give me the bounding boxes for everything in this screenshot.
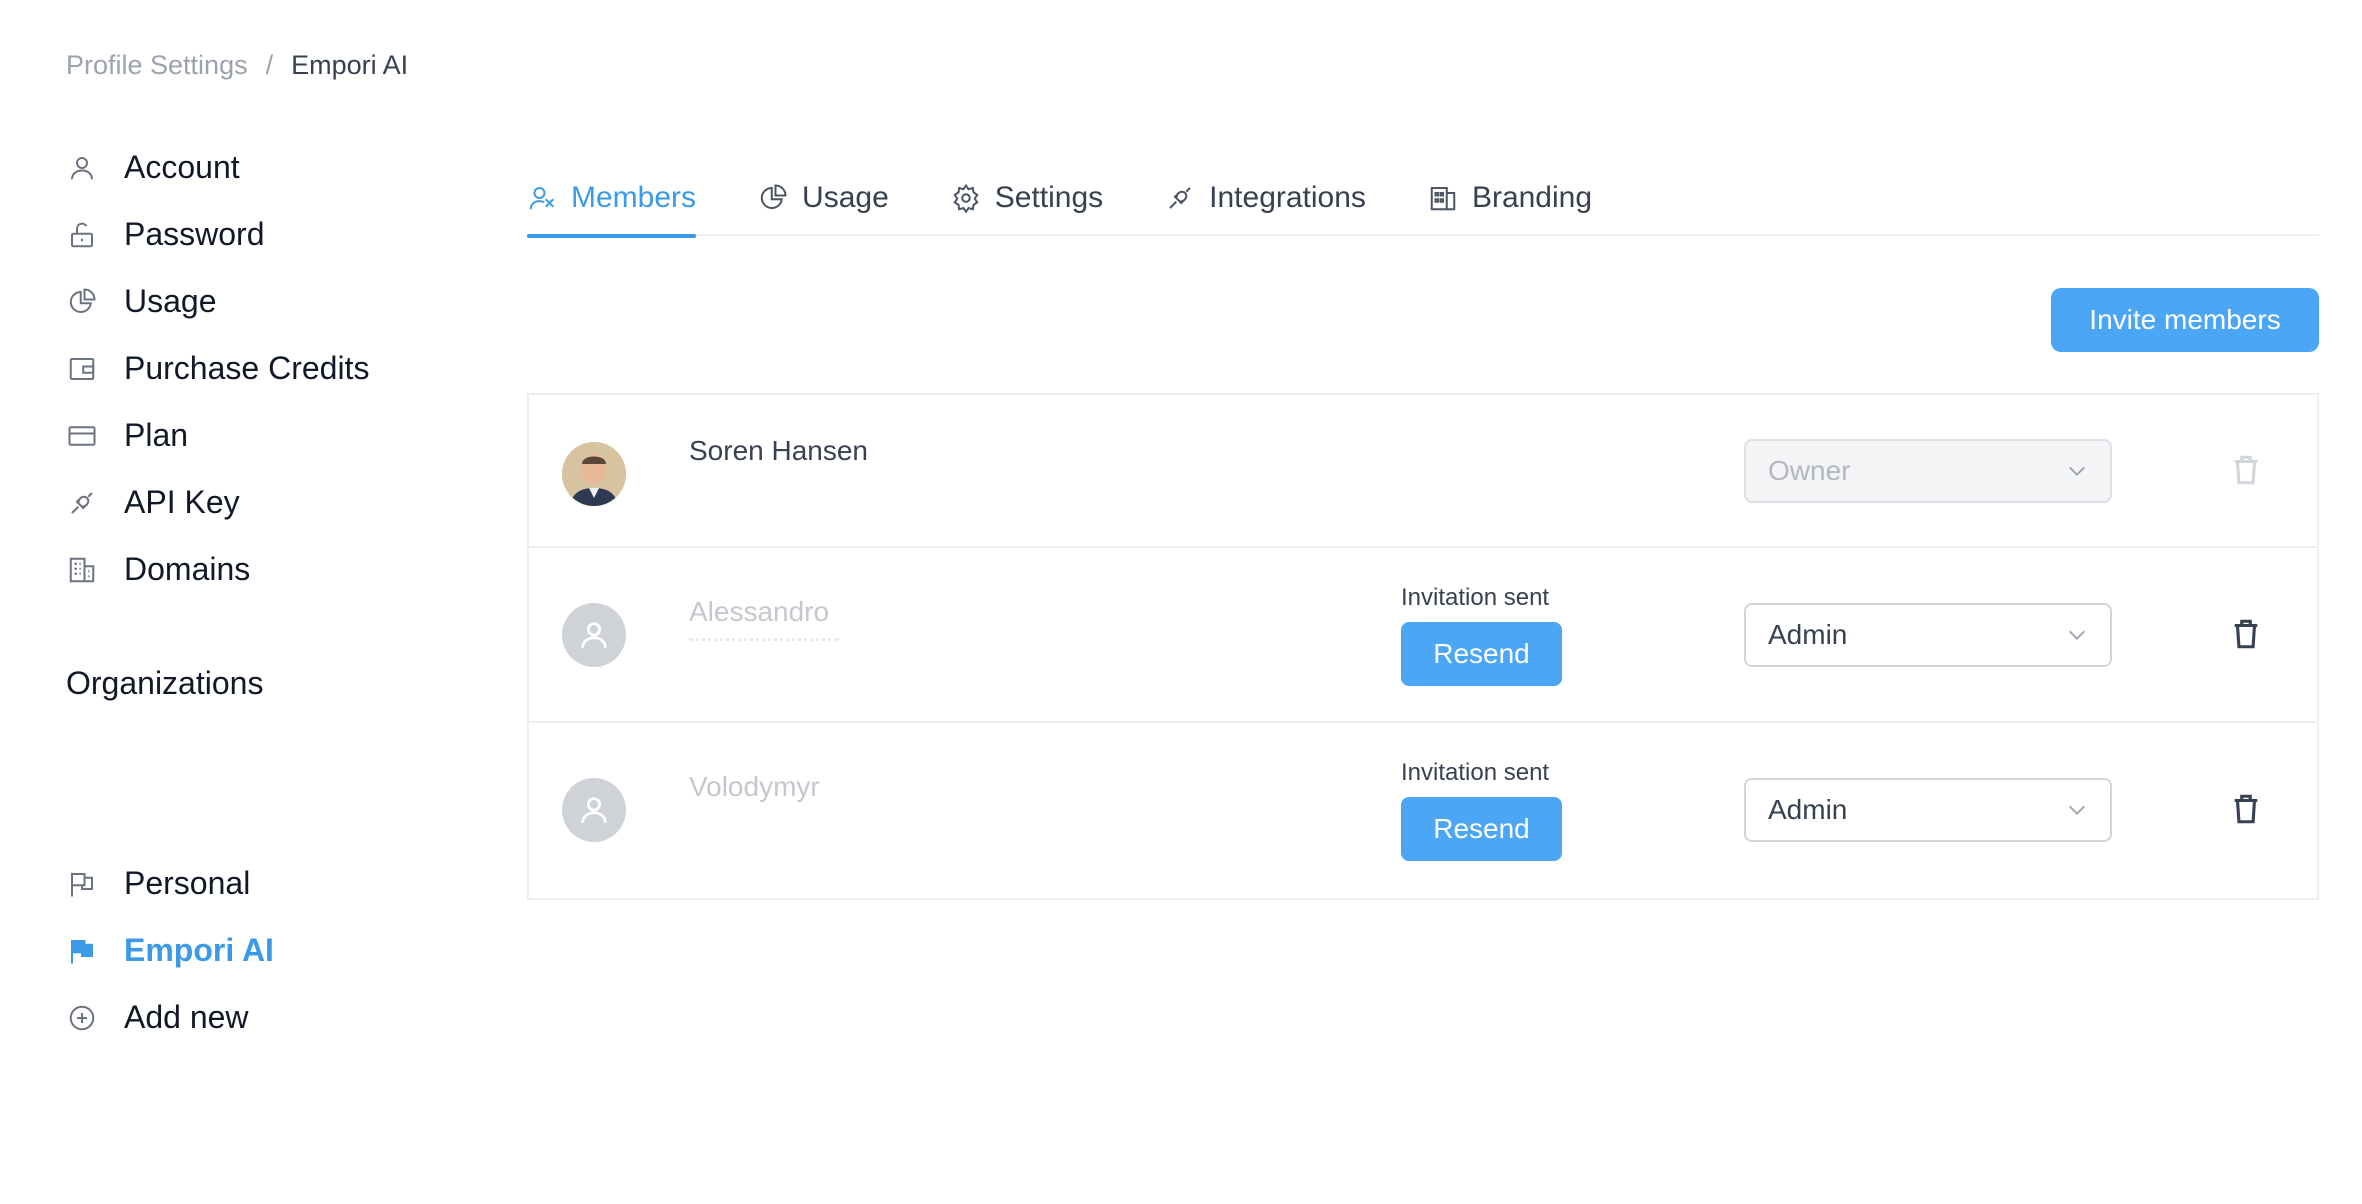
member-name: Soren Hansen	[689, 435, 869, 466]
delete-member-button	[2229, 453, 2265, 489]
sidebar-item-usage[interactable]: Usage	[66, 268, 466, 335]
user-icon	[66, 152, 98, 184]
org-item-label: Add new	[124, 999, 249, 1035]
role-select[interactable]: Admin	[1744, 778, 2112, 842]
invitation-status-label: Invitation sent	[1401, 584, 1550, 611]
role-select: Owner	[1744, 439, 2112, 503]
avatar	[562, 778, 626, 842]
pie-chart-icon	[760, 184, 787, 209]
org-item-add-new[interactable]: Add new	[66, 984, 466, 1051]
user-icon	[581, 797, 607, 823]
trash-icon	[2234, 619, 2258, 649]
avatar	[562, 442, 626, 506]
sidebar-item-api-key[interactable]: API Key	[66, 469, 466, 536]
breadcrumb-parent[interactable]: Profile Settings	[66, 50, 248, 81]
org-item-personal[interactable]: Personal	[66, 850, 466, 917]
member-row: Soren Hansen Owner	[529, 395, 2317, 548]
trash-icon	[2234, 455, 2258, 485]
chevron-down-icon	[2069, 805, 2085, 815]
resend-button[interactable]: Resend	[1401, 622, 1562, 686]
resend-button[interactable]: Resend	[1401, 797, 1562, 861]
role-select-value: Admin	[1768, 794, 1848, 825]
sidebar-item-label: Account	[124, 149, 240, 185]
chevron-down-icon	[2069, 630, 2085, 640]
invitation-status-label: Invitation sent	[1401, 759, 1550, 786]
breadcrumb-current: Empori AI	[291, 50, 409, 80]
organization-list: Personal Empori AI Add new	[66, 850, 466, 1051]
sidebar-item-label: Purchase Credits	[124, 350, 370, 386]
organizations-heading: Organizations	[66, 664, 264, 701]
flag-filled-icon	[66, 935, 98, 967]
tab-integrations[interactable]: Integrations	[1165, 160, 1366, 236]
org-item-label: Empori AI	[124, 932, 274, 968]
tab-label: Members	[571, 181, 697, 214]
tab-label: Settings	[994, 181, 1104, 214]
invitation-status: Invitation sent Resend	[1401, 759, 1562, 861]
member-email-placeholder	[689, 638, 839, 641]
credit-card-icon	[66, 420, 98, 452]
sidebar-item-label: Domains	[124, 551, 251, 587]
gear-icon	[953, 183, 979, 213]
org-item-label: Personal	[124, 865, 251, 901]
member-row: Volodymyr Invitation sent Resend Admin	[529, 723, 2317, 898]
sidebar-item-label: Plan	[124, 417, 189, 453]
branding-icon	[1430, 187, 1456, 211]
member-row: Alessandro Invitation sent Resend Admin	[529, 548, 2317, 723]
member-name: Volodymyr	[689, 771, 820, 802]
sidebar-item-domains[interactable]: Domains	[66, 536, 466, 603]
lock-icon	[66, 219, 98, 251]
breadcrumb-separator: /	[265, 50, 274, 80]
flag-outline-icon	[66, 868, 98, 900]
tab-label: Usage	[802, 181, 889, 214]
plus-circle-icon	[66, 1002, 98, 1034]
sidebar: Account Password Usage Purchase Credits …	[66, 134, 466, 711]
sidebar-item-label: Usage	[124, 283, 217, 319]
role-select-value: Owner	[1768, 455, 1851, 486]
building-icon	[66, 554, 98, 586]
delete-member-button[interactable]	[2229, 617, 2265, 653]
tab-label: Integrations	[1209, 181, 1366, 214]
sidebar-item-purchase-credits[interactable]: Purchase Credits	[66, 335, 466, 402]
tab-usage[interactable]: Usage	[758, 160, 889, 236]
tab-branding[interactable]: Branding	[1428, 160, 1592, 236]
sidebar-item-account[interactable]: Account	[66, 134, 466, 201]
sidebar-item-label: Password	[124, 216, 265, 252]
tab-settings[interactable]: Settings	[951, 160, 1103, 236]
trash-icon	[2234, 794, 2258, 824]
invitation-status: Invitation sent Resend	[1401, 584, 1562, 686]
invite-members-button[interactable]: Invite members	[2051, 288, 2319, 352]
delete-member-button[interactable]	[2229, 792, 2265, 828]
plug-icon	[1169, 187, 1191, 209]
avatar	[562, 603, 626, 667]
role-select[interactable]: Admin	[1744, 603, 2112, 667]
tab-label: Branding	[1471, 181, 1593, 214]
user-icon	[581, 622, 607, 648]
tab-members[interactable]: Members	[527, 160, 697, 238]
tab-bar: Members Usage Settings Integrations Bran…	[527, 160, 2319, 238]
members-icon	[529, 187, 554, 210]
pie-chart-icon	[66, 286, 98, 318]
role-select-value: Admin	[1768, 619, 1848, 650]
breadcrumb: Profile Settings / Empori AI	[66, 50, 408, 81]
plug-icon	[66, 487, 98, 519]
member-name: Alessandro	[689, 596, 830, 627]
sidebar-item-label: API Key	[124, 484, 240, 520]
wallet-icon	[66, 353, 98, 385]
members-list: Soren Hansen Owner Alessandro Invitation…	[527, 393, 2319, 900]
sidebar-item-password[interactable]: Password	[66, 201, 466, 268]
chevron-down-icon	[2069, 466, 2085, 476]
sidebar-item-plan[interactable]: Plan	[66, 402, 466, 469]
org-item-empori-ai[interactable]: Empori AI	[66, 917, 466, 984]
